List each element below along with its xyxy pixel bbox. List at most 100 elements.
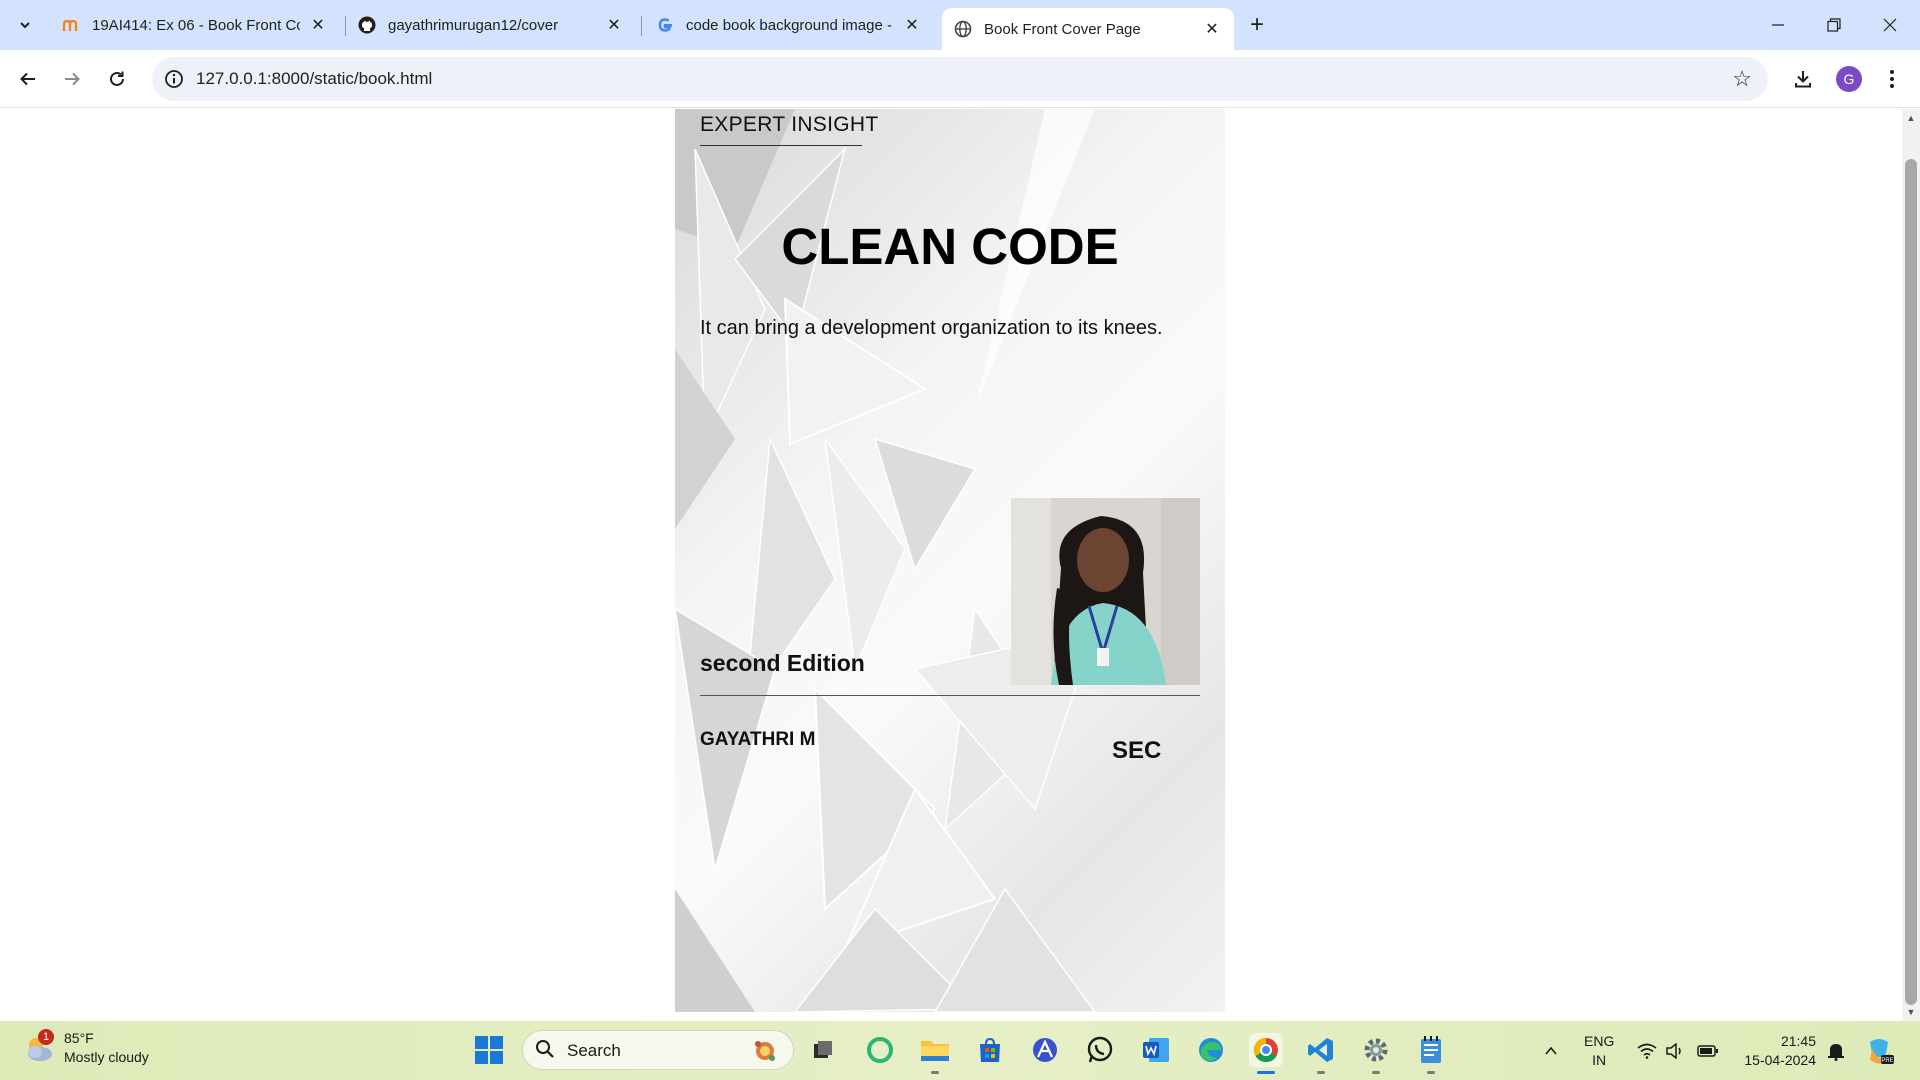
tab-github[interactable]: gayathrimurugan12/cover ✕ bbox=[346, 8, 636, 42]
region-code: IN bbox=[1592, 1052, 1607, 1068]
close-window-button[interactable] bbox=[1862, 0, 1918, 50]
close-icon[interactable]: ✕ bbox=[604, 15, 624, 35]
arrow-right-icon bbox=[65, 72, 80, 86]
search-icon bbox=[535, 1039, 555, 1065]
profile-avatar[interactable]: G bbox=[1836, 66, 1862, 92]
chrome-button[interactable] bbox=[1249, 1033, 1283, 1067]
menu-button[interactable] bbox=[1876, 63, 1908, 95]
settings-button[interactable] bbox=[1359, 1033, 1393, 1067]
weather-temp: 85°F bbox=[64, 1030, 94, 1046]
bookmark-star-icon[interactable]: ☆ bbox=[1732, 66, 1752, 92]
speaker-icon bbox=[1666, 1042, 1681, 1059]
scroll-up-arrow-icon[interactable]: ▲ bbox=[1906, 113, 1916, 123]
ai-app-icon bbox=[1033, 1038, 1057, 1062]
author-name: GAYATHRI M bbox=[700, 729, 816, 750]
word-icon bbox=[1143, 1038, 1169, 1062]
taskbar: 1 85°F Mostly cloudy Search ENG IN 21:45… bbox=[0, 1021, 1920, 1080]
tab-google[interactable]: code book background image - ✕ bbox=[644, 8, 934, 42]
restore-button[interactable] bbox=[1806, 0, 1862, 50]
github-icon bbox=[358, 16, 376, 34]
search-highlight-icon bbox=[751, 1038, 779, 1064]
divider bbox=[700, 695, 1200, 696]
bell-snooze-icon bbox=[1828, 1043, 1844, 1061]
copilot-pre-icon: PRE bbox=[1870, 1038, 1894, 1064]
weather-condition: Mostly cloudy bbox=[64, 1049, 149, 1065]
battery-status[interactable] bbox=[1697, 1021, 1719, 1080]
back-button[interactable] bbox=[12, 63, 44, 95]
copilot-icon bbox=[867, 1037, 893, 1063]
weather-badge: 1 bbox=[38, 1029, 54, 1045]
tab-title: code book background image - bbox=[686, 16, 892, 34]
task-view-icon bbox=[814, 1041, 832, 1058]
windows-logo-icon bbox=[475, 1036, 503, 1064]
volume-control[interactable] bbox=[1665, 1021, 1685, 1080]
word-button[interactable] bbox=[1139, 1033, 1173, 1067]
store-icon bbox=[980, 1037, 1000, 1062]
close-icon[interactable]: ✕ bbox=[1202, 19, 1222, 39]
moodle-icon bbox=[62, 16, 80, 34]
notepad-button[interactable] bbox=[1414, 1033, 1448, 1067]
scroll-down-arrow-icon[interactable]: ▼ bbox=[1906, 1007, 1916, 1017]
running-indicator bbox=[1372, 1071, 1380, 1074]
settings-icon bbox=[1364, 1038, 1388, 1062]
address-bar[interactable]: 127.0.0.1:8000/static/book.html ☆ bbox=[152, 57, 1768, 101]
tab-strip: 19AI414: Ex 06 - Book Front Co ✕ gayathr… bbox=[0, 0, 1920, 50]
folder-icon bbox=[921, 1041, 949, 1061]
ai-app-button[interactable] bbox=[1028, 1033, 1062, 1067]
weather-widget[interactable]: 1 85°F Mostly cloudy bbox=[22, 1029, 149, 1067]
close-icon[interactable]: ✕ bbox=[308, 15, 328, 35]
scrollbar-thumb[interactable] bbox=[1905, 159, 1917, 1005]
close-icon[interactable]: ✕ bbox=[902, 15, 922, 35]
language-code: ENG bbox=[1584, 1033, 1615, 1049]
active-indicator bbox=[1257, 1071, 1275, 1074]
language-indicator[interactable]: ENG IN bbox=[1584, 1032, 1614, 1070]
task-view-button[interactable] bbox=[806, 1033, 840, 1067]
arrow-left-icon bbox=[20, 72, 35, 86]
whatsapp-icon bbox=[1087, 1036, 1113, 1063]
start-button[interactable] bbox=[474, 1035, 504, 1065]
vscode-icon bbox=[1308, 1038, 1333, 1062]
file-explorer-button[interactable] bbox=[918, 1033, 952, 1067]
tab-book-front-cover[interactable]: Book Front Cover Page ✕ bbox=[942, 8, 1234, 50]
chrome-icon bbox=[1253, 1038, 1278, 1063]
notifications-button[interactable] bbox=[1826, 1021, 1846, 1080]
globe-icon bbox=[954, 20, 972, 38]
tab-separator bbox=[641, 16, 642, 36]
tab-moodle[interactable]: 19AI414: Ex 06 - Book Front Co ✕ bbox=[50, 8, 340, 42]
plus-icon: + bbox=[1249, 11, 1264, 38]
clock-date: 15-04-2024 bbox=[1744, 1052, 1816, 1068]
network-status[interactable] bbox=[1637, 1021, 1657, 1080]
clock-time: 21:45 bbox=[1780, 1033, 1816, 1049]
author-photo bbox=[1011, 498, 1200, 685]
vscode-button[interactable] bbox=[1304, 1033, 1338, 1067]
book-tagline: It can bring a development organization … bbox=[700, 317, 1163, 339]
search-placeholder: Search bbox=[567, 1041, 621, 1060]
show-hidden-icons-button[interactable] bbox=[1543, 1021, 1559, 1080]
downloads-button[interactable] bbox=[1787, 63, 1819, 95]
download-icon bbox=[1795, 71, 1811, 88]
series-underline bbox=[700, 145, 862, 146]
microsoft-store-button[interactable] bbox=[973, 1033, 1007, 1067]
forward-button[interactable] bbox=[56, 63, 88, 95]
copilot-tray-button[interactable]: PRE bbox=[1864, 1021, 1894, 1080]
copilot-button[interactable] bbox=[863, 1033, 897, 1067]
url-text[interactable]: 127.0.0.1:8000/static/book.html bbox=[196, 69, 432, 89]
edge-button[interactable] bbox=[1194, 1033, 1228, 1067]
close-icon bbox=[1883, 18, 1897, 32]
running-indicator bbox=[1317, 1071, 1325, 1074]
minimize-button[interactable] bbox=[1750, 0, 1806, 50]
page-viewport: EXPERT INSIGHT CLEAN CODE It can bring a… bbox=[0, 109, 1920, 1021]
taskbar-search[interactable]: Search bbox=[522, 1030, 794, 1070]
tab-search-button[interactable] bbox=[10, 10, 40, 40]
reload-button[interactable] bbox=[101, 63, 133, 95]
edge-icon bbox=[1199, 1038, 1223, 1062]
publisher-name: SEC bbox=[1112, 737, 1162, 764]
site-info-icon[interactable] bbox=[162, 67, 186, 91]
running-indicator bbox=[931, 1071, 939, 1074]
whatsapp-button[interactable] bbox=[1083, 1033, 1117, 1067]
new-tab-button[interactable]: + bbox=[1242, 10, 1272, 40]
system-clock[interactable]: 21:45 15-04-2024 bbox=[1736, 1032, 1816, 1070]
edition-label: second Edition bbox=[700, 650, 865, 676]
vertical-scrollbar[interactable]: ▲ ▼ bbox=[1902, 109, 1920, 1021]
book-cover: EXPERT INSIGHT CLEAN CODE It can bring a… bbox=[675, 109, 1225, 1012]
